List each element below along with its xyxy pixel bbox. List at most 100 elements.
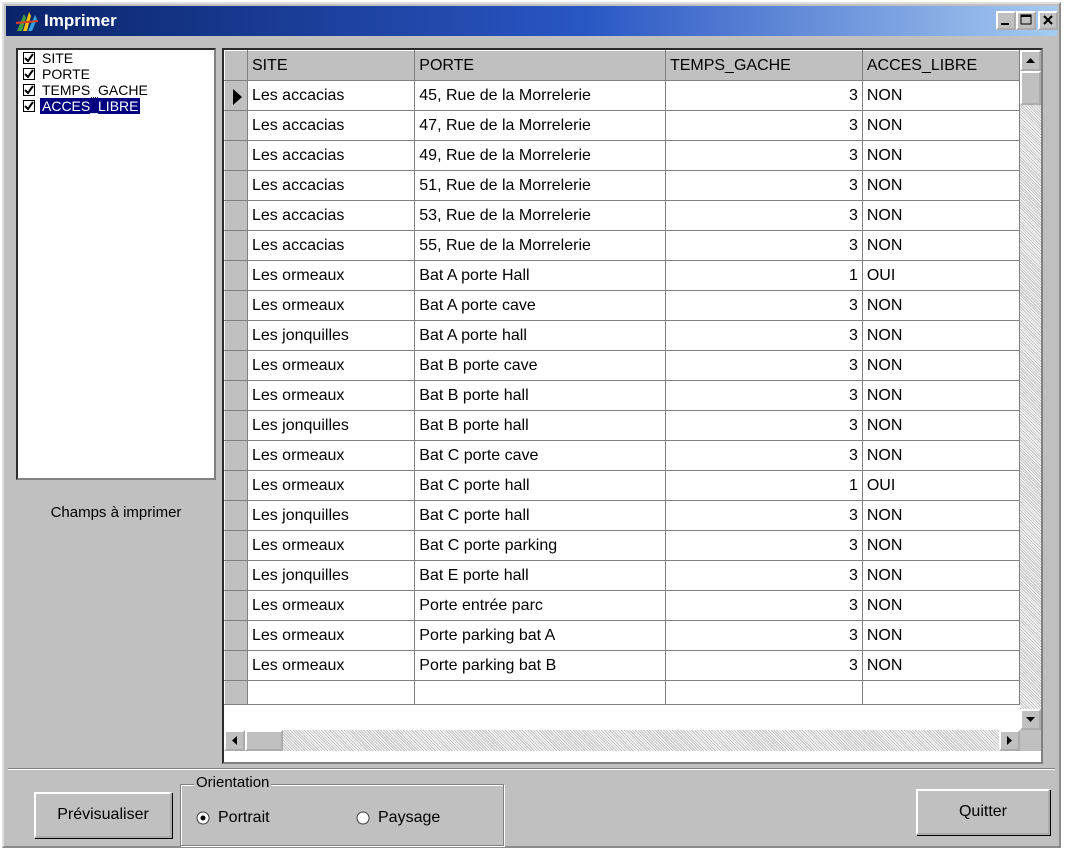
cell-site[interactable]: Les accacias <box>247 200 416 231</box>
row-indicator[interactable] <box>224 290 248 321</box>
cell-porte[interactable]: Bat A porte Hall <box>414 260 666 291</box>
cell-temps-gache[interactable]: 3 <box>665 140 863 171</box>
print-fields-checklist[interactable]: SITE PORTE TEMPS_GACHE ACCES_LIBRE <box>16 48 216 480</box>
field-item-temps-gache[interactable]: TEMPS_GACHE <box>18 83 214 98</box>
table-row[interactable]: Les accacias 51, Rue de la Morrelerie 3 NON <box>224 170 1020 201</box>
checkbox-porte[interactable] <box>23 68 35 80</box>
cell-site[interactable]: Les ormeaux <box>247 470 416 501</box>
cell-temps-gache[interactable]: 3 <box>665 620 863 651</box>
cell-porte[interactable]: Bat C porte hall <box>414 470 666 501</box>
field-item-acces-libre[interactable]: ACCES_LIBRE <box>18 97 214 115</box>
row-indicator[interactable] <box>224 560 248 591</box>
row-indicator[interactable] <box>224 500 248 531</box>
cell-porte[interactable]: 45, Rue de la Morrelerie <box>414 80 666 111</box>
cell-porte[interactable]: Bat A porte cave <box>414 290 666 321</box>
table-row[interactable]: Les ormeaux Bat B porte hall 3 NON <box>224 380 1020 411</box>
cell-site[interactable]: Les accacias <box>247 80 416 111</box>
cell-site[interactable]: Les jonquilles <box>247 500 416 531</box>
cell-acces-libre[interactable]: NON <box>862 560 1020 591</box>
row-indicator[interactable] <box>224 530 248 561</box>
cell-site[interactable]: Les ormeaux <box>247 650 416 681</box>
cell-porte[interactable]: 47, Rue de la Morrelerie <box>414 110 666 141</box>
cell-site[interactable]: Les ormeaux <box>247 380 416 411</box>
table-row[interactable]: Les accacias 47, Rue de la Morrelerie 3 NON <box>224 110 1020 141</box>
cell-acces-libre[interactable]: NON <box>862 440 1020 471</box>
cell-temps-gache[interactable]: 3 <box>665 530 863 561</box>
cell-site[interactable]: Les jonquilles <box>247 320 416 351</box>
cell-temps-gache[interactable]: 3 <box>665 230 863 261</box>
table-row[interactable]: Les ormeaux Bat C porte parking 3 NON <box>224 530 1020 561</box>
horizontal-scroll-thumb[interactable] <box>245 730 283 751</box>
cell-site[interactable]: Les accacias <box>247 140 416 171</box>
row-indicator[interactable] <box>224 140 248 171</box>
table-row[interactable]: Les ormeaux Bat A porte cave 3 NON <box>224 290 1020 321</box>
table-row[interactable]: Les accacias 45, Rue de la Morrelerie 3 NON <box>224 80 1020 111</box>
cell-temps-gache[interactable]: 3 <box>665 290 863 321</box>
cell-acces-libre[interactable]: NON <box>862 140 1020 171</box>
cell-site[interactable]: Les ormeaux <box>247 530 416 561</box>
cell-site[interactable]: Les jonquilles <box>247 560 416 591</box>
cell-acces-libre[interactable]: NON <box>862 650 1020 681</box>
row-indicator[interactable] <box>224 620 248 651</box>
cell-acces-libre[interactable]: NON <box>862 590 1020 621</box>
checkbox-temps-gache[interactable] <box>23 84 35 96</box>
cell-porte[interactable]: Bat B porte hall <box>414 380 666 411</box>
cell-site[interactable]: Les accacias <box>247 230 416 261</box>
cell-acces-libre[interactable]: NON <box>862 620 1020 651</box>
row-indicator[interactable] <box>224 350 248 381</box>
column-header-site[interactable]: SITE <box>246 50 416 81</box>
title-bar[interactable]: Imprimer <box>6 6 1058 36</box>
cell-temps-gache[interactable]: 3 <box>665 590 863 621</box>
cell-porte[interactable]: 49, Rue de la Morrelerie <box>414 140 666 171</box>
row-indicator[interactable] <box>224 590 248 621</box>
cell-acces-libre[interactable]: NON <box>862 200 1020 231</box>
cell-porte[interactable]: Bat C porte parking <box>414 530 666 561</box>
row-indicator[interactable] <box>224 110 248 141</box>
table-row[interactable]: Les ormeaux Bat A porte Hall 1 OUI <box>224 260 1020 291</box>
cell-porte[interactable]: Bat A porte hall <box>414 320 666 351</box>
cell-acces-libre[interactable]: NON <box>862 230 1020 261</box>
cell-site[interactable]: Les jonquilles <box>247 410 416 441</box>
cell-acces-libre[interactable]: NON <box>862 80 1020 111</box>
cell-site[interactable]: Les ormeaux <box>247 590 416 621</box>
table-row[interactable]: Les ormeaux Bat C porte hall 1 OUI <box>224 470 1020 501</box>
cell-porte[interactable]: 51, Rue de la Morrelerie <box>414 170 666 201</box>
vertical-scrollbar[interactable] <box>1020 50 1041 730</box>
cell-porte[interactable]: Bat E porte hall <box>414 560 666 591</box>
cell-porte[interactable]: 53, Rue de la Morrelerie <box>414 200 666 231</box>
scroll-left-button[interactable] <box>224 730 245 751</box>
cell-temps-gache[interactable]: 3 <box>665 110 863 141</box>
table-row[interactable]: Les ormeaux Bat C porte cave 3 NON <box>224 440 1020 471</box>
table-row[interactable]: Les ormeaux Porte parking bat A 3 NON <box>224 620 1020 651</box>
table-row[interactable]: Les accacias 55, Rue de la Morrelerie 3 NON <box>224 230 1020 261</box>
field-item-porte[interactable]: PORTE <box>18 67 214 82</box>
row-indicator[interactable] <box>224 440 248 471</box>
row-indicator[interactable] <box>224 80 248 111</box>
cell-temps-gache[interactable]: 3 <box>665 650 863 681</box>
cell-porte[interactable]: Bat C porte hall <box>414 500 666 531</box>
row-indicator[interactable] <box>224 470 248 501</box>
cell-site[interactable]: Les ormeaux <box>247 350 416 381</box>
table-row[interactable]: Les ormeaux Porte entrée parc 3 NON <box>224 590 1020 621</box>
column-header-temps-gache[interactable]: TEMPS_GACHE <box>664 50 863 81</box>
cell-temps-gache[interactable]: 3 <box>665 350 863 381</box>
cell-acces-libre[interactable]: NON <box>862 350 1020 381</box>
cell-temps-gache[interactable]: 1 <box>665 260 863 291</box>
cell-acces-libre[interactable]: NON <box>862 110 1020 141</box>
cell-temps-gache[interactable]: 3 <box>665 500 863 531</box>
cell-temps-gache[interactable]: 3 <box>665 320 863 351</box>
row-indicator[interactable] <box>224 410 248 441</box>
cell-porte[interactable]: Porte parking bat B <box>414 650 666 681</box>
cell-porte[interactable]: 55, Rue de la Morrelerie <box>414 230 666 261</box>
maximize-button[interactable] <box>1016 11 1036 30</box>
row-indicator[interactable] <box>224 320 248 351</box>
row-indicator[interactable] <box>224 260 248 291</box>
close-button[interactable] <box>1038 11 1058 30</box>
cell-site[interactable]: Les ormeaux <box>247 440 416 471</box>
cell-acces-libre[interactable]: NON <box>862 500 1020 531</box>
cell-acces-libre[interactable]: NON <box>862 380 1020 411</box>
table-row[interactable]: Les jonquilles Bat A porte hall 3 NON <box>224 320 1020 351</box>
row-indicator[interactable] <box>224 380 248 411</box>
column-header-porte[interactable]: PORTE <box>414 50 666 81</box>
cell-temps-gache[interactable]: 1 <box>665 470 863 501</box>
